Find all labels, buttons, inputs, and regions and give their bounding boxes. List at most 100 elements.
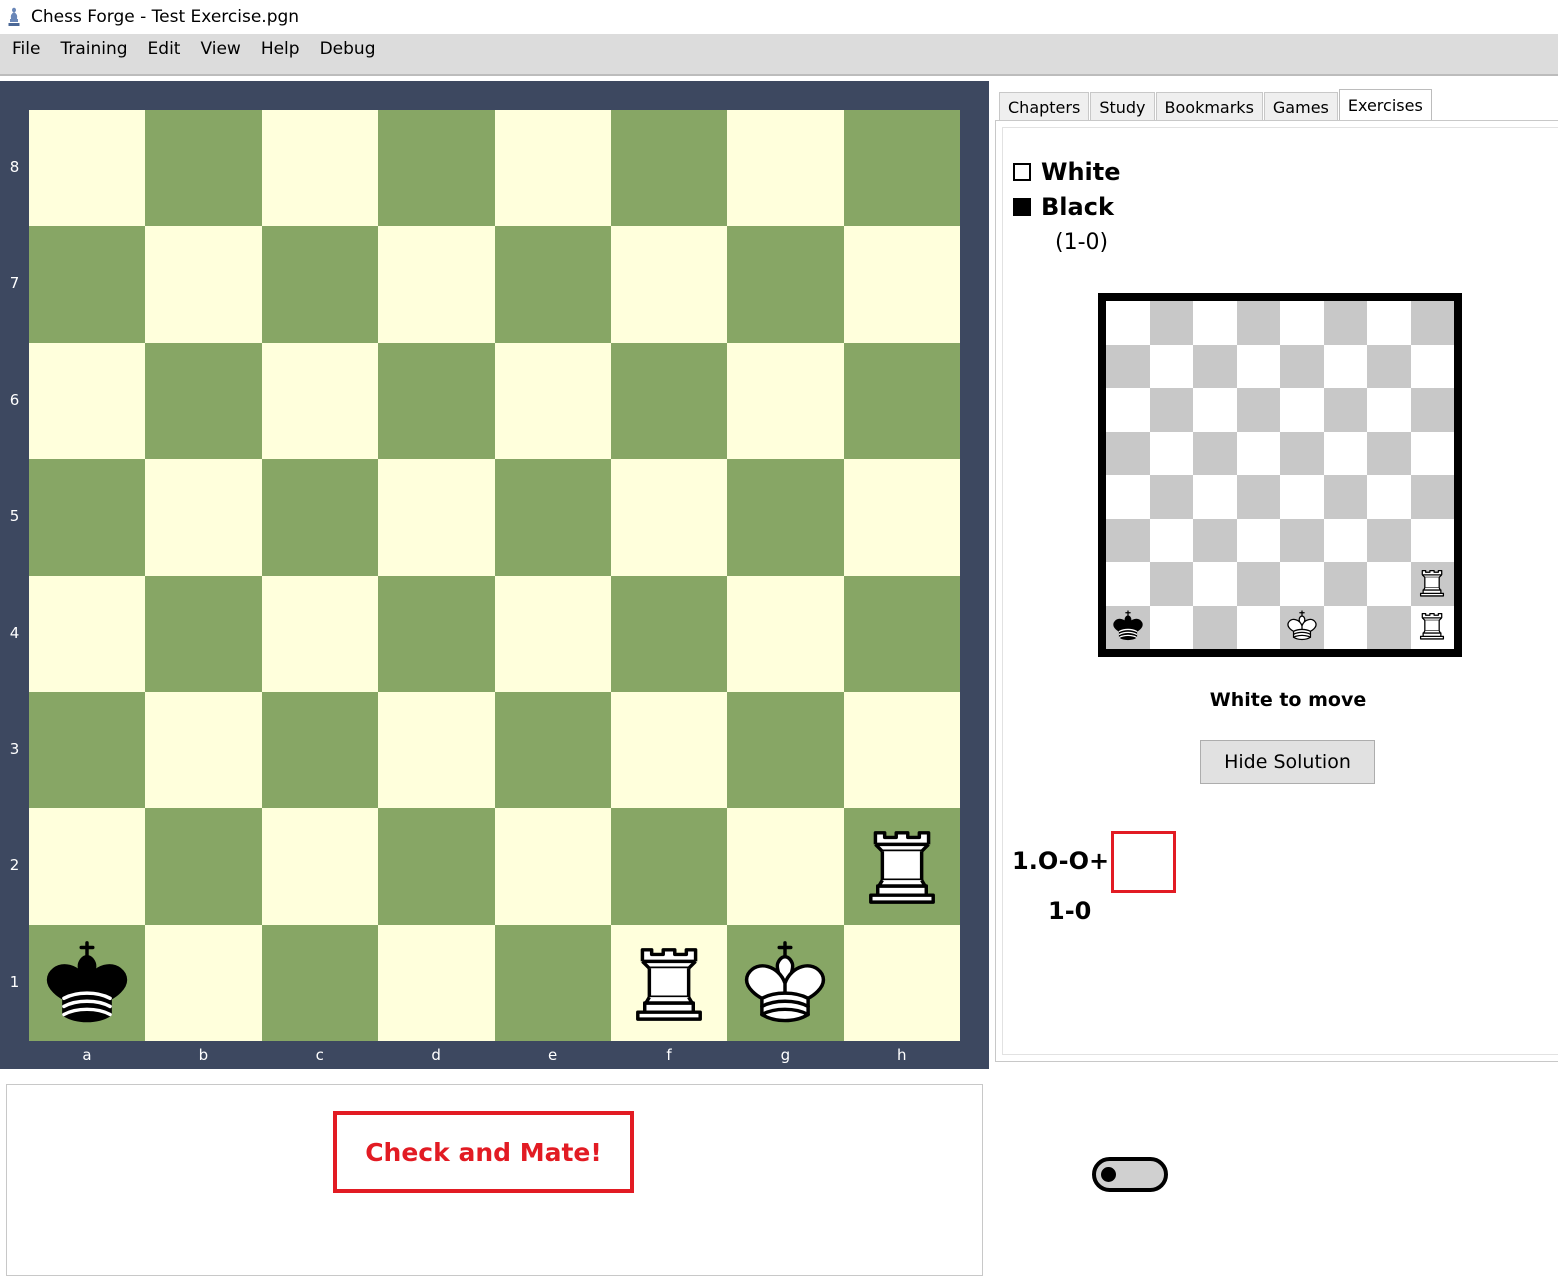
menu-edit[interactable]: Edit bbox=[148, 34, 181, 59]
square-f8[interactable] bbox=[610, 110, 728, 227]
mini-square-a2 bbox=[1106, 562, 1150, 606]
square-g4[interactable] bbox=[727, 575, 844, 692]
square-b3[interactable] bbox=[145, 691, 262, 809]
square-h2[interactable] bbox=[843, 808, 960, 925]
black-king-icon[interactable] bbox=[35, 929, 139, 1037]
tab-games[interactable]: Games bbox=[1263, 92, 1338, 121]
square-g6[interactable] bbox=[727, 342, 844, 460]
square-g2[interactable] bbox=[727, 808, 844, 925]
white-king-icon[interactable] bbox=[733, 929, 837, 1037]
square-f4[interactable] bbox=[610, 575, 728, 692]
square-a7[interactable] bbox=[29, 226, 146, 343]
rank-label: 2 bbox=[9, 856, 20, 875]
square-c6[interactable] bbox=[261, 342, 379, 460]
square-d7[interactable] bbox=[378, 226, 495, 343]
square-e1[interactable] bbox=[494, 924, 611, 1041]
square-d8[interactable] bbox=[378, 110, 495, 227]
mini-square-h6 bbox=[1410, 388, 1454, 432]
mini-square-h7 bbox=[1410, 344, 1454, 388]
tab-bookmarks[interactable]: Bookmarks bbox=[1155, 92, 1263, 121]
square-h4[interactable] bbox=[843, 575, 960, 692]
square-a2[interactable] bbox=[29, 808, 146, 925]
main-chessboard[interactable] bbox=[29, 110, 960, 1041]
square-e8[interactable] bbox=[494, 110, 611, 227]
tab-exercises[interactable]: Exercises bbox=[1338, 89, 1432, 121]
square-c2[interactable] bbox=[261, 808, 379, 925]
square-b4[interactable] bbox=[145, 575, 262, 692]
square-h8[interactable] bbox=[843, 110, 960, 227]
square-f3[interactable] bbox=[610, 691, 728, 809]
square-e6[interactable] bbox=[494, 342, 611, 460]
square-e3[interactable] bbox=[494, 691, 611, 809]
square-d4[interactable] bbox=[378, 575, 495, 692]
menu-bar: File Training Edit View Help Debug bbox=[0, 34, 1558, 76]
square-d1[interactable] bbox=[378, 924, 495, 1041]
square-c1[interactable] bbox=[261, 924, 379, 1041]
square-h5[interactable] bbox=[843, 459, 960, 576]
square-a3[interactable] bbox=[29, 691, 146, 809]
square-b1[interactable] bbox=[145, 924, 262, 1041]
mini-square-d8 bbox=[1236, 301, 1280, 345]
menu-debug[interactable]: Debug bbox=[320, 34, 376, 59]
square-g5[interactable] bbox=[727, 459, 844, 576]
square-h3[interactable] bbox=[843, 691, 960, 809]
mini-square-b2 bbox=[1149, 562, 1193, 606]
square-d5[interactable] bbox=[378, 459, 495, 576]
mini-square-f4 bbox=[1323, 475, 1367, 519]
square-a6[interactable] bbox=[29, 342, 146, 460]
square-g8[interactable] bbox=[727, 110, 844, 227]
square-e5[interactable] bbox=[494, 459, 611, 576]
square-b8[interactable] bbox=[145, 110, 262, 227]
square-a4[interactable] bbox=[29, 575, 146, 692]
square-h6[interactable] bbox=[843, 342, 960, 460]
square-f6[interactable] bbox=[610, 342, 728, 460]
square-f2[interactable] bbox=[610, 808, 728, 925]
file-label: d bbox=[431, 1046, 441, 1064]
square-b7[interactable] bbox=[145, 226, 262, 343]
square-d6[interactable] bbox=[378, 342, 495, 460]
tab-study[interactable]: Study bbox=[1090, 92, 1155, 121]
menu-help[interactable]: Help bbox=[261, 34, 300, 59]
file-label: b bbox=[198, 1046, 209, 1064]
white-rook-icon[interactable] bbox=[850, 812, 954, 920]
square-h1[interactable] bbox=[843, 924, 960, 1041]
square-c4[interactable] bbox=[261, 575, 379, 692]
square-a5[interactable] bbox=[29, 459, 146, 576]
mini-chessboard bbox=[1106, 301, 1454, 649]
mini-square-c1 bbox=[1193, 605, 1237, 649]
mini-square-b6 bbox=[1149, 388, 1193, 432]
toggle-switch-icon[interactable] bbox=[1092, 1157, 1168, 1192]
square-e7[interactable] bbox=[494, 226, 611, 343]
square-e2[interactable] bbox=[494, 808, 611, 925]
square-c3[interactable] bbox=[261, 691, 379, 809]
square-d2[interactable] bbox=[378, 808, 495, 925]
square-b2[interactable] bbox=[145, 808, 262, 925]
square-a8[interactable] bbox=[29, 110, 146, 227]
menu-file[interactable]: File bbox=[12, 34, 40, 59]
square-h7[interactable] bbox=[843, 226, 960, 343]
square-f5[interactable] bbox=[610, 459, 728, 576]
square-a1[interactable] bbox=[29, 924, 146, 1041]
square-g3[interactable] bbox=[727, 691, 844, 809]
menu-training[interactable]: Training bbox=[60, 34, 127, 59]
square-c8[interactable] bbox=[261, 110, 379, 227]
mini-square-f3 bbox=[1323, 518, 1367, 562]
hide-solution-button[interactable]: Hide Solution bbox=[1200, 740, 1375, 784]
mini-white-rook-icon bbox=[1413, 563, 1451, 605]
square-c5[interactable] bbox=[261, 459, 379, 576]
square-b6[interactable] bbox=[145, 342, 262, 460]
square-e4[interactable] bbox=[494, 575, 611, 692]
tab-chapters[interactable]: Chapters bbox=[999, 92, 1090, 121]
square-d3[interactable] bbox=[378, 691, 495, 809]
mini-square-g5 bbox=[1367, 431, 1411, 475]
square-f1[interactable] bbox=[610, 924, 728, 1041]
square-f7[interactable] bbox=[610, 226, 728, 343]
square-g7[interactable] bbox=[727, 226, 844, 343]
menu-view[interactable]: View bbox=[200, 34, 240, 59]
mini-square-g4 bbox=[1367, 475, 1411, 519]
square-g1[interactable] bbox=[727, 924, 844, 1041]
solution-move[interactable]: 1.O-O+ bbox=[1012, 847, 1109, 875]
square-c7[interactable] bbox=[261, 226, 379, 343]
white-rook-icon[interactable] bbox=[617, 929, 721, 1037]
square-b5[interactable] bbox=[145, 459, 262, 576]
